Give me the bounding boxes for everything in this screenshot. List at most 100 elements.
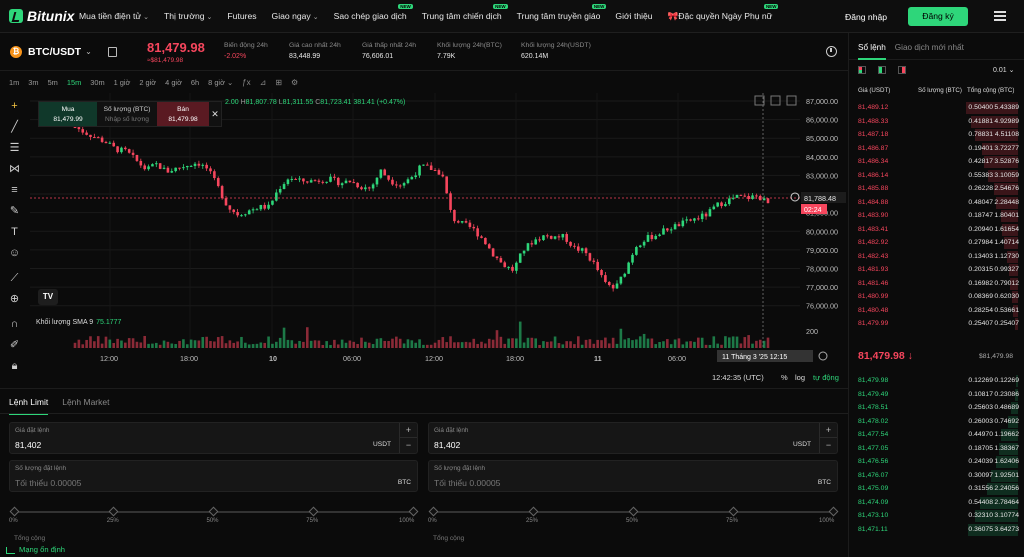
bids-only-view-icon[interactable]: [878, 66, 886, 74]
slider-step-mark[interactable]: [108, 506, 119, 517]
nav-item-0[interactable]: Mua tiền điện tử ⌄: [79, 11, 149, 21]
bid-row[interactable]: 81,479.49 0.10817 0.23086: [849, 388, 1024, 402]
register-button[interactable]: Đăng ký: [908, 7, 968, 26]
bid-row[interactable]: 81,478.51 0.25603 0.48689: [849, 401, 1024, 415]
orderbook-tab-1[interactable]: Giao dịch mới nhất: [895, 43, 964, 60]
precision-select[interactable]: 0.01 ⌄: [993, 66, 1014, 74]
sell-price-field[interactable]: Giá đặt lệnh 81,402 USDT + −: [428, 422, 838, 454]
ask-row[interactable]: 81,486.87 0.19401 3.72277: [849, 142, 1024, 156]
sell-price-stepper[interactable]: + −: [819, 423, 837, 453]
trend-line-icon[interactable]: ╱: [7, 120, 22, 135]
ask-row[interactable]: 81,481.46 0.16982 0.79012: [849, 277, 1024, 291]
buy-price-field[interactable]: Giá đặt lệnh 81,402 USDT + −: [9, 422, 418, 454]
quick-buy-button[interactable]: Mua 81,479.99: [39, 102, 97, 126]
price-chart[interactable]: 87,000.00 86,000.00 85,000.00 84,000.00 83,0…: [30, 93, 848, 386]
nav-item-5[interactable]: Trung tâm chiến dịch NEW: [422, 4, 508, 21]
slider-step-mark[interactable]: [9, 506, 19, 517]
buy-percent-slider[interactable]: 0% 25% 50% 75% 100%: [9, 506, 418, 524]
nav-item-2[interactable]: Futures: [227, 11, 256, 21]
brush-icon[interactable]: ✎: [7, 204, 22, 219]
ask-row[interactable]: 81,483.90 0.18747 1.80401: [849, 209, 1024, 223]
compare-icon[interactable]: ⊞: [275, 78, 282, 87]
nav-item-1[interactable]: Thị trường ⌄: [164, 11, 212, 21]
sell-price-value[interactable]: 81,402: [434, 440, 460, 450]
log-toggle[interactable]: log: [795, 373, 805, 382]
settings-gear-icon[interactable]: ⚙: [291, 78, 298, 87]
copy-icon[interactable]: [107, 46, 117, 57]
timeframe-4[interactable]: 30m: [90, 78, 104, 87]
crosshair-icon[interactable]: +: [7, 99, 22, 114]
timeframe-5[interactable]: 1 giờ: [114, 78, 131, 87]
close-icon[interactable]: ✕: [209, 102, 221, 126]
hamburger-menu-icon[interactable]: [994, 11, 1006, 21]
timer-icon[interactable]: [826, 46, 837, 57]
nav-item-3[interactable]: Giao ngay ⌄: [272, 11, 319, 21]
timeframe-7[interactable]: 4 giờ: [165, 78, 182, 87]
ask-row[interactable]: 81,482.92 0.27984 1.40714: [849, 236, 1024, 250]
both-sides-view-icon[interactable]: [858, 66, 866, 74]
buy-qty-field[interactable]: Số lượng đặt lệnh Tối thiểu 0.00005 BTC: [9, 460, 418, 492]
candlestick-chart[interactable]: 87,000.00 86,000.00 85,000.00 84,000.00 83,0…: [30, 93, 848, 368]
bid-row[interactable]: 81,471.11 0.36075 3.64273: [849, 523, 1024, 537]
pair-selector[interactable]: BTC/USDT: [28, 46, 81, 58]
ask-row[interactable]: 81,489.12 0.50400 5.43389: [849, 101, 1024, 115]
buy-qty-placeholder[interactable]: Tối thiểu 0.00005: [15, 478, 81, 488]
slider-step-mark[interactable]: [308, 506, 319, 517]
ask-row[interactable]: 81,488.33 0.41881 4.92989: [849, 115, 1024, 129]
slider-step-mark[interactable]: [428, 506, 438, 517]
emoji-icon[interactable]: ☺: [7, 246, 22, 261]
slider-step-mark[interactable]: [628, 506, 638, 517]
ask-row[interactable]: 81,484.88 0.48047 2.28448: [849, 196, 1024, 210]
ask-row[interactable]: 81,479.99 0.25407 0.25407: [849, 317, 1024, 331]
nav-item-4[interactable]: Sao chép giao dịch NEW: [334, 4, 413, 21]
nav-item-7[interactable]: Giới thiệu: [615, 11, 652, 21]
slider-step-mark[interactable]: [208, 506, 219, 517]
quick-sell-button[interactable]: Bán 81,479.98: [157, 102, 209, 126]
bid-row[interactable]: 81,476.07 0.30097 1.92501: [849, 469, 1024, 483]
indicators-icon[interactable]: ƒx: [242, 78, 250, 87]
sell-qty-placeholder[interactable]: Tối thiểu 0.00005: [434, 478, 500, 488]
slider-step-mark[interactable]: [728, 506, 738, 517]
login-link[interactable]: Đăng nhập: [845, 12, 887, 22]
timeframe-9[interactable]: 8 giờ ⌄: [208, 78, 233, 87]
nav-item-6[interactable]: Trung tâm truyền giáo NEW: [517, 4, 607, 21]
minus-icon[interactable]: −: [820, 438, 837, 453]
chart-type-icon[interactable]: ⊿: [260, 78, 267, 87]
buy-price-stepper[interactable]: + −: [399, 423, 417, 453]
ask-row[interactable]: 81,481.93 0.20315 0.99327: [849, 263, 1024, 277]
percent-toggle[interactable]: %: [781, 373, 788, 382]
text-tool-icon[interactable]: T: [7, 225, 22, 240]
bid-row[interactable]: 81,476.56 0.24039 1.62406: [849, 455, 1024, 469]
quick-qty-input[interactable]: Số lượng (BTC) Nhập số lượng: [97, 102, 157, 126]
buy-price-value[interactable]: 81,402: [15, 440, 41, 450]
bid-row[interactable]: 81,475.09 0.31556 2.24056: [849, 482, 1024, 496]
bid-row[interactable]: 81,477.54 0.44970 1.19662: [849, 428, 1024, 442]
magnet-icon[interactable]: ∩: [7, 317, 22, 332]
lock-drawings-icon[interactable]: ✐: [7, 338, 22, 353]
slider-step-mark[interactable]: [528, 506, 538, 517]
bitunix-logo[interactable]: Bitunix: [9, 8, 79, 24]
bid-row[interactable]: 81,474.09 0.54408 2.78464: [849, 496, 1024, 510]
sell-percent-slider[interactable]: 0% 25% 50% 75% 100%: [428, 506, 838, 524]
bid-row[interactable]: 81,479.98 0.12269 0.12269: [849, 374, 1024, 388]
slider-step-mark[interactable]: [828, 506, 838, 517]
timeframe-2[interactable]: 5m: [48, 78, 58, 87]
orderbook-tab-0[interactable]: Sổ lệnh: [858, 43, 886, 60]
plus-icon[interactable]: +: [400, 423, 417, 438]
zoom-reset-icon[interactable]: [818, 351, 828, 361]
slider-step-mark[interactable]: [408, 506, 418, 517]
chevron-down-icon[interactable]: ⌄: [85, 47, 92, 56]
minus-icon[interactable]: −: [400, 438, 417, 453]
ask-row[interactable]: 81,486.14 0.55383 3.10059: [849, 169, 1024, 183]
bid-row[interactable]: 81,473.10 0.32310 3.10774: [849, 509, 1024, 523]
ask-row[interactable]: 81,486.34 0.42817 3.52876: [849, 155, 1024, 169]
plus-icon[interactable]: +: [820, 423, 837, 438]
ask-row[interactable]: 81,483.41 0.20940 1.61654: [849, 223, 1024, 237]
tradingview-logo[interactable]: TV: [38, 289, 58, 305]
asks-only-view-icon[interactable]: [898, 66, 906, 74]
horizontal-lines-icon[interactable]: ☰: [7, 141, 22, 156]
bid-row[interactable]: 81,477.05 0.18705 1.38367: [849, 442, 1024, 456]
ask-row[interactable]: 81,487.18 0.78831 4.51108: [849, 128, 1024, 142]
timeframe-6[interactable]: 2 giờ: [139, 78, 156, 87]
bid-row[interactable]: 81,478.02 0.26003 0.74692: [849, 415, 1024, 429]
